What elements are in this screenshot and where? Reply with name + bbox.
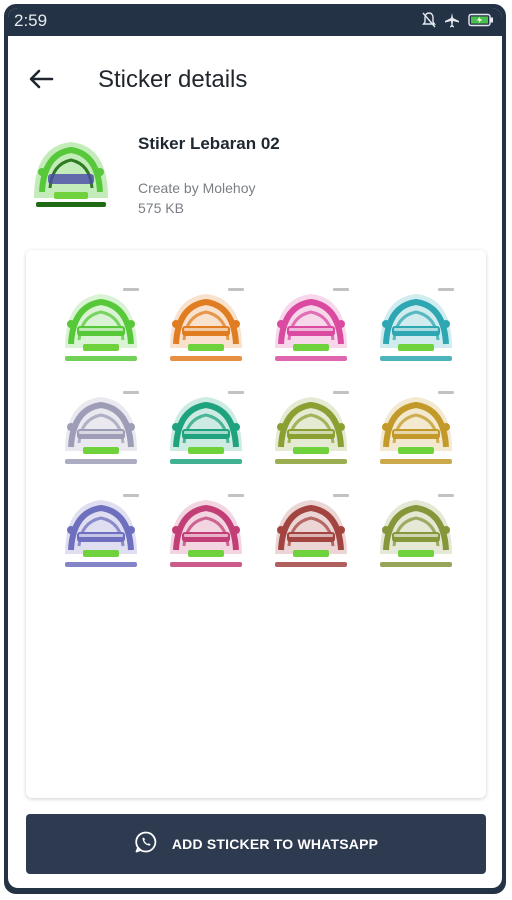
sticker-image (64, 493, 139, 567)
airplane-icon (444, 12, 460, 33)
sticker-image (379, 493, 454, 567)
pack-author: Create by Molehoy (138, 180, 256, 196)
add-to-whatsapp-button[interactable]: ADD STICKER TO WHATSAPP (26, 814, 486, 874)
sticker-item[interactable] (48, 276, 153, 379)
pack-thumbnail (28, 132, 114, 218)
sticker-image (274, 493, 349, 567)
sticker-item[interactable] (48, 482, 153, 585)
sticker-image (64, 390, 139, 464)
sticker-item[interactable] (258, 276, 363, 379)
sticker-image (274, 390, 349, 464)
bell-off-icon (422, 12, 436, 33)
sticker-image (169, 493, 244, 567)
status-bar: 2:59 (8, 8, 502, 36)
sticker-image (379, 390, 454, 464)
sticker-pack-info: Stiker Lebaran 02 Create by Molehoy 575 … (28, 128, 488, 228)
sticker-item[interactable] (48, 379, 153, 482)
sticker-item[interactable] (153, 379, 258, 482)
sticker-item[interactable] (363, 379, 468, 482)
add-button-label: ADD STICKER TO WHATSAPP (171, 836, 379, 852)
battery-charging-icon (468, 13, 494, 32)
app-bar: Sticker details (8, 36, 502, 122)
sticker-image (169, 287, 244, 361)
pack-name: Stiker Lebaran 02 (138, 134, 280, 153)
sticker-grid (48, 276, 468, 585)
status-icons (422, 12, 494, 33)
app-screen: 2:59 Sticker details Stiker Lebaran 02 C… (8, 8, 502, 888)
sticker-item[interactable] (153, 276, 258, 379)
sticker-item[interactable] (153, 482, 258, 585)
sticker-image (64, 287, 139, 361)
sticker-image (274, 287, 349, 361)
sticker-item[interactable] (258, 379, 363, 482)
sticker-item[interactable] (258, 482, 363, 585)
sticker-item[interactable] (363, 482, 468, 585)
sticker-item[interactable] (363, 276, 468, 379)
sticker-grid-card (26, 250, 486, 798)
page-title: Sticker details (98, 66, 248, 93)
arrow-left-icon[interactable] (26, 66, 56, 92)
sticker-image (379, 287, 454, 361)
pack-size: 575 KB (138, 200, 184, 216)
sticker-image (169, 390, 244, 464)
whatsapp-icon (134, 830, 158, 859)
status-time: 2:59 (14, 11, 48, 30)
